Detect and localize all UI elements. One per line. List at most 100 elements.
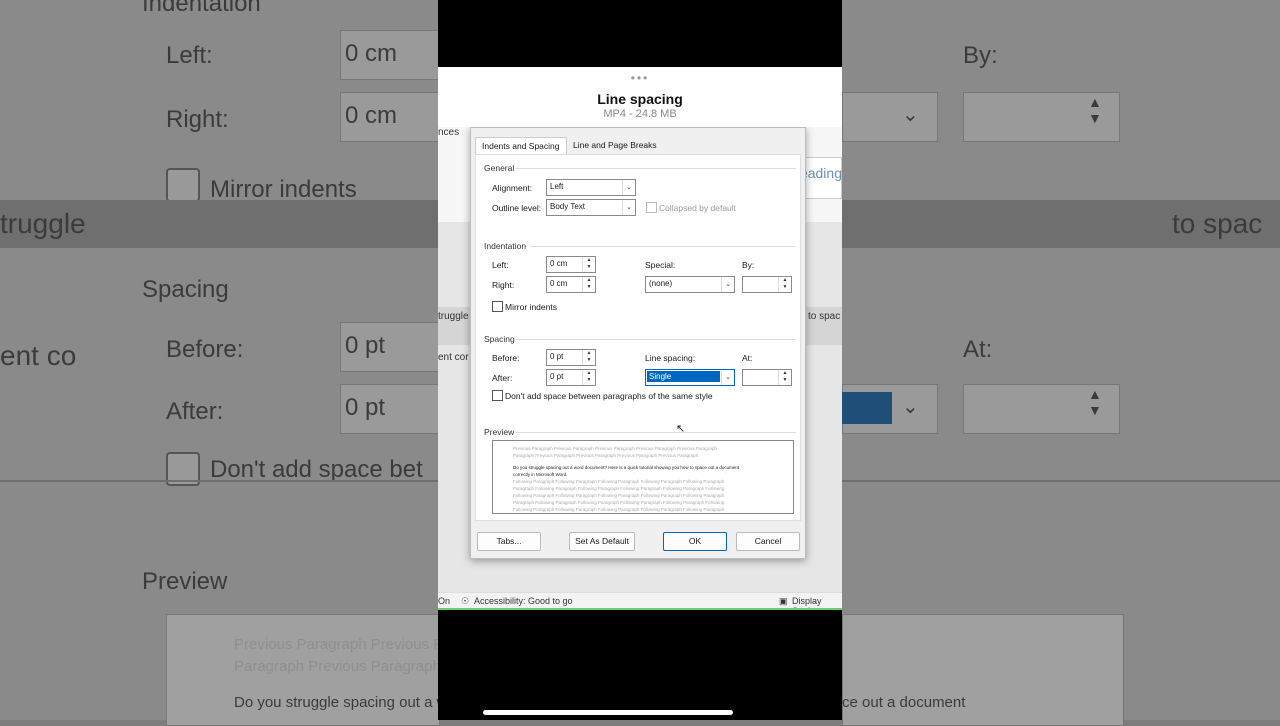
bg-indentation-label: Indentation: [142, 0, 261, 17]
sheet-title: Line spacing: [597, 91, 683, 107]
after-spinner[interactable]: 0 pt ▲ ▼: [546, 369, 596, 386]
by-spinner[interactable]: ▲ ▼: [742, 276, 792, 293]
bg-preview-prev1: Previous Paragraph Previous P: [234, 636, 444, 653]
indent-right-label: Right:: [492, 280, 515, 290]
spin-down-icon[interactable]: ▼: [583, 284, 595, 291]
line-spacing-value: Single: [649, 372, 672, 381]
accessibility-icon: ☉: [461, 596, 470, 606]
tab-indents-spacing[interactable]: Indents and Spacing: [475, 137, 567, 155]
outline-level-value: Body Text: [550, 202, 585, 211]
status-left-text: On: [438, 596, 451, 606]
more-options-icon[interactable]: •••: [438, 71, 842, 85]
preview-following-3: Following Paragraph Following Paragraph …: [513, 493, 725, 498]
bg-preview-label: Preview: [142, 568, 228, 595]
doc-text-right-1: to spac: [808, 311, 841, 322]
section-general: General: [484, 163, 515, 173]
indent-left-value: 0 cm: [550, 259, 568, 268]
bg-left-label: Left:: [166, 42, 213, 69]
progress-line: [438, 608, 842, 610]
bg-by-label: By:: [963, 42, 998, 69]
alignment-dropdown[interactable]: Left ⌄: [546, 179, 636, 196]
bg-by-spin: ▲ ▼: [1088, 94, 1102, 126]
set-as-default-button[interactable]: Set As Default: [569, 532, 635, 551]
section-indentation: Indentation: [484, 241, 527, 251]
bg-special-combo: [842, 92, 938, 142]
bg-right-value: 0 cm: [345, 102, 398, 129]
home-indicator[interactable]: [483, 710, 733, 715]
line-spacing-dropdown[interactable]: Single ⌄: [645, 369, 735, 386]
bg-selected-highlight: [842, 392, 892, 424]
mirror-indents-checkbox[interactable]: [492, 301, 503, 312]
mirror-indents-label: Mirror indents: [505, 302, 557, 312]
spin-up-icon[interactable]: ▲: [583, 277, 595, 284]
tab-line-page-breaks[interactable]: Line and Page Breaks: [567, 137, 663, 154]
spin-down-icon[interactable]: ▼: [583, 357, 595, 364]
spin-up-icon[interactable]: ▲: [583, 257, 595, 264]
bg-special-arrow: ⌄: [902, 104, 919, 126]
tab-panel: General Alignment: Left ⌄ Outline level:…: [475, 154, 801, 521]
tabs-button[interactable]: Tabs...: [477, 532, 541, 551]
spin-down-icon[interactable]: ▼: [583, 377, 595, 384]
bg-after-value: 0 pt: [345, 394, 386, 421]
spin-down-icon[interactable]: ▼: [779, 284, 791, 291]
special-label: Special:: [645, 260, 676, 270]
bg-divider-right: [842, 480, 1280, 482]
indent-right-spinner[interactable]: 0 cm ▲ ▼: [546, 276, 596, 293]
bg-before-label: Before:: [166, 336, 244, 363]
bg-preview-body-right: ce out a document: [842, 694, 966, 711]
paragraph-dialog: Indents and Spacing Line and Page Breaks…: [470, 127, 806, 559]
spin-up-icon[interactable]: ▲: [583, 370, 595, 377]
preview-body-1: Do you struggle spacing out a word docum…: [513, 465, 740, 470]
cancel-button[interactable]: Cancel: [736, 532, 800, 551]
media-info-sheet: ••• Line spacing MP4 - 24.8 MB: [438, 67, 842, 127]
preview-following-1: Following Paragraph Following Paragraph …: [513, 479, 725, 484]
spin-up-icon[interactable]: ▲: [583, 350, 595, 357]
chevron-down-icon: ⌄: [622, 180, 635, 195]
sheet-subtitle: MP4 - 24.8 MB: [603, 108, 677, 120]
by-label: By:: [742, 260, 755, 270]
display-settings-icon: ▣: [779, 596, 788, 606]
bg-struggle-text: truggle: [0, 208, 86, 239]
divider: [516, 339, 796, 340]
doc-text-left-2: ent cor: [438, 352, 469, 363]
alignment-value: Left: [550, 182, 564, 191]
indent-left-spinner[interactable]: 0 cm ▲ ▼: [546, 256, 596, 273]
phone-screen: ••• Line spacing MP4 - 24.8 MB nces eadi…: [438, 0, 842, 720]
bg-right-label: Right:: [166, 106, 229, 133]
ribbon-references-tab[interactable]: nces: [438, 127, 459, 138]
preview-previous-1: Previous Paragraph Previous Paragraph Pr…: [513, 446, 717, 451]
spin-up-icon[interactable]: ▲: [779, 370, 791, 377]
bg-at-label: At:: [963, 336, 993, 363]
line-spacing-label: Line spacing:: [645, 353, 696, 363]
ok-button[interactable]: OK: [663, 532, 727, 551]
divider: [516, 168, 796, 169]
bg-before-value: 0 pt: [345, 332, 386, 359]
bg-divider: [0, 480, 438, 482]
collapsed-checkbox[interactable]: [646, 202, 657, 213]
bg-preview-body: Do you struggle spacing out a w: [234, 694, 448, 711]
before-spinner[interactable]: 0 pt ▲ ▼: [546, 349, 596, 366]
bg-left-value: 0 cm: [345, 40, 398, 67]
bg-spacing-label: Spacing: [142, 276, 229, 303]
bg-line-spacing-arrow: ⌄: [902, 396, 919, 418]
preview-box: Previous Paragraph Previous Paragraph Pr…: [492, 440, 794, 514]
outline-level-dropdown[interactable]: Body Text ⌄: [546, 199, 636, 216]
doc-text-left-1: truggle: [438, 311, 469, 322]
section-preview: Preview: [484, 427, 515, 437]
preview-following-2: Paragraph Following Paragraph Following …: [513, 486, 725, 491]
accessibility-status[interactable]: Accessibility: Good to go: [474, 596, 573, 606]
at-label: At:: [742, 353, 753, 363]
special-dropdown[interactable]: (none) ⌄: [645, 276, 735, 293]
spin-down-icon[interactable]: ▼: [583, 264, 595, 271]
bg-mirror-checkbox: [166, 168, 200, 202]
indent-left-label: Left:: [492, 260, 509, 270]
spin-down-icon[interactable]: ▼: [779, 377, 791, 384]
at-spinner[interactable]: ▲ ▼: [742, 369, 792, 386]
alignment-label: Alignment:: [492, 183, 533, 193]
dont-add-space-checkbox[interactable]: [492, 390, 503, 401]
mouse-pointer-icon: ↖: [676, 423, 686, 435]
after-value: 0 pt: [550, 372, 564, 381]
special-value: (none): [649, 279, 673, 288]
indent-right-value: 0 cm: [550, 279, 568, 288]
spin-up-icon[interactable]: ▲: [779, 277, 791, 284]
